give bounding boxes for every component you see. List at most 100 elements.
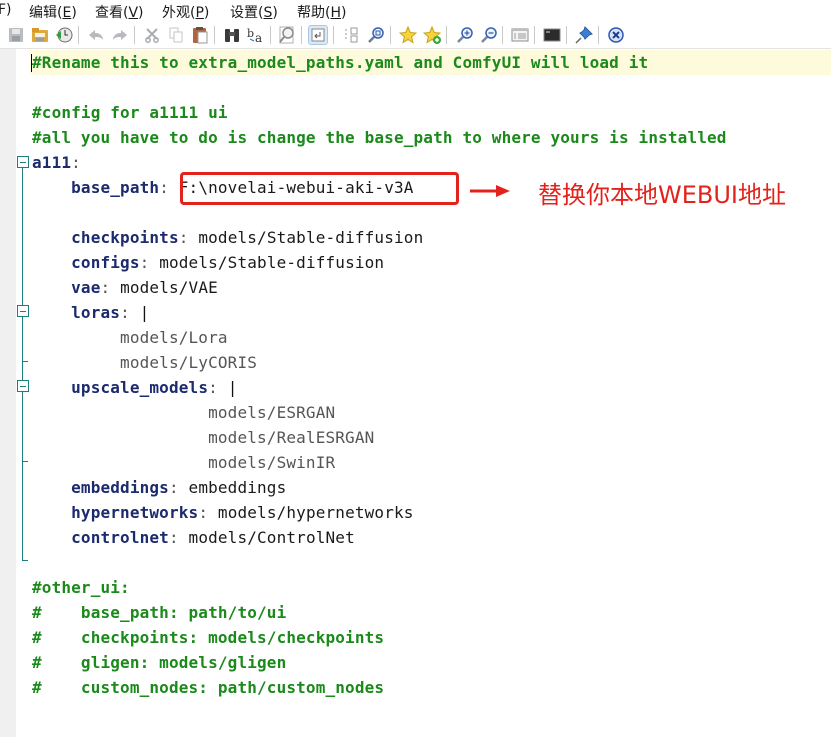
code-line[interactable]: # base_path: path/to/ui — [32, 600, 286, 625]
arrow-icon — [470, 185, 510, 197]
code-line[interactable]: # gligen: models/gligen — [32, 650, 286, 675]
redo-icon — [113, 30, 127, 40]
code-line[interactable]: hypernetworks: models/hypernetworks — [32, 500, 414, 525]
word-wrap-icon — [311, 28, 325, 42]
find-button[interactable] — [222, 25, 242, 45]
token-comment: #all you have to do is change the base_p… — [32, 128, 727, 147]
reload-history-icon — [56, 27, 73, 43]
menu-view[interactable]: 查看(V) — [95, 2, 144, 22]
code-line[interactable]: #all you have to do is change the base_p… — [32, 125, 727, 150]
code-line[interactable]: models/ESRGAN — [32, 400, 335, 425]
token-punct: : — [100, 278, 121, 297]
code-line[interactable]: vae: models/VAE — [32, 275, 218, 300]
compare-button[interactable] — [342, 25, 362, 45]
toolbar-separator — [566, 26, 567, 44]
zoom-in-button[interactable] — [455, 25, 475, 45]
reload-button[interactable] — [54, 25, 74, 45]
token-key: configs — [71, 253, 140, 272]
menu-file[interactable]: F) — [0, 2, 12, 18]
toolbar-separator — [270, 26, 271, 44]
replace-button[interactable]: ba — [246, 25, 266, 45]
favorites-button[interactable] — [398, 25, 418, 45]
code-line[interactable]: # checkpoints: models/checkpoints — [32, 625, 384, 650]
fold-line — [22, 168, 23, 560]
fold-end-marker — [22, 560, 28, 561]
add-favorite-button[interactable] — [422, 25, 442, 45]
window-list-button[interactable] — [510, 25, 530, 45]
menu-settings[interactable]: 设置(S) — [230, 2, 278, 22]
replace-icon: ba — [247, 27, 262, 44]
code-line[interactable]: a111: — [32, 150, 81, 175]
paste-button[interactable] — [190, 25, 210, 45]
toolbar-separator — [534, 26, 535, 44]
terminal-button[interactable] — [542, 25, 562, 45]
menu-appearance-label: 外观( — [162, 5, 196, 21]
fold-toggle-a111[interactable] — [17, 156, 29, 168]
toolbar-separator — [214, 26, 215, 44]
code-line[interactable]: checkpoints: models/Stable-diffusion — [32, 225, 423, 250]
code-line[interactable]: configs: models/Stable-diffusion — [32, 250, 384, 275]
token-punct: : — [120, 303, 140, 322]
cut-button[interactable] — [142, 25, 162, 45]
code-line[interactable]: models/RealESRGAN — [32, 425, 374, 450]
toolbar-separator — [598, 26, 599, 44]
highlight-box-base-path — [180, 172, 459, 205]
token-val: embeddings — [188, 478, 287, 497]
token-key: hypernetworks — [71, 503, 199, 522]
paste-icon — [193, 27, 208, 44]
code-line[interactable]: embeddings: embeddings — [32, 475, 286, 500]
code-line[interactable]: models/LyCORIS — [32, 350, 257, 375]
undo-icon — [89, 30, 103, 40]
exit-button[interactable] — [606, 25, 626, 45]
window-list-icon — [511, 28, 529, 42]
copy-button[interactable] — [166, 25, 186, 45]
open-button[interactable] — [30, 25, 50, 45]
code-line[interactable]: #other_ui: — [32, 575, 130, 600]
token-key: loras — [71, 303, 121, 322]
menu-help-label: 帮助( — [297, 5, 331, 21]
zoom-out-button[interactable] — [479, 25, 499, 45]
code-line[interactable]: #Rename this to extra_model_paths.yaml a… — [32, 50, 648, 75]
always-on-top-button[interactable] — [574, 25, 594, 45]
editor[interactable]: #Rename this to extra_model_paths.yaml a… — [0, 48, 831, 737]
token-comment: #Rename this to extra_model_paths.yaml a… — [32, 53, 649, 72]
token-key: base_path — [71, 178, 160, 197]
menu-help[interactable]: 帮助(H) — [297, 2, 346, 22]
token-punct: : — [168, 478, 189, 497]
token-block: models/ESRGAN — [208, 403, 336, 422]
code-line[interactable]: controlnet: models/ControlNet — [32, 525, 355, 550]
token-punct: : — [71, 153, 81, 172]
toolbar-separator — [333, 26, 334, 44]
fold-toggle-loras[interactable] — [17, 305, 29, 317]
undo-button[interactable] — [86, 25, 106, 45]
token-block: models/Lora — [120, 328, 228, 347]
menu-appearance[interactable]: 外观(P) — [162, 2, 209, 22]
fold-toggle-upscale-models[interactable] — [17, 380, 29, 392]
token-pipe: | — [139, 303, 150, 322]
annotation-text: 替换你本地WEBUI地址 — [538, 181, 787, 209]
code-line[interactable]: #config for a1111 ui — [32, 100, 228, 125]
code-line[interactable]: loras: | — [32, 300, 149, 325]
code-line[interactable]: models/SwinIR — [32, 450, 335, 475]
token-comment: # gligen: models/gligen — [32, 653, 287, 672]
word-wrap-button[interactable] — [308, 25, 328, 45]
token-key: vae — [71, 278, 101, 297]
save-button[interactable] — [6, 25, 26, 45]
zoom-page-icon — [279, 26, 294, 44]
find-in-files-button[interactable] — [366, 25, 386, 45]
code-line[interactable]: upscale_models: | — [32, 375, 237, 400]
token-punct: : — [159, 178, 179, 197]
zoom-page-button[interactable] — [277, 25, 297, 45]
menu-settings-suffix: ) — [272, 5, 278, 21]
menu-view-mnemonic: V — [128, 5, 139, 21]
code-line[interactable]: models/Lora — [32, 325, 228, 350]
token-key: controlnet — [71, 528, 169, 547]
token-punct: : — [168, 528, 189, 547]
code-line[interactable]: # custom_nodes: path/custom_nodes — [32, 675, 384, 700]
redo-button[interactable] — [110, 25, 130, 45]
menu-edit[interactable]: 编辑(E) — [29, 2, 77, 22]
